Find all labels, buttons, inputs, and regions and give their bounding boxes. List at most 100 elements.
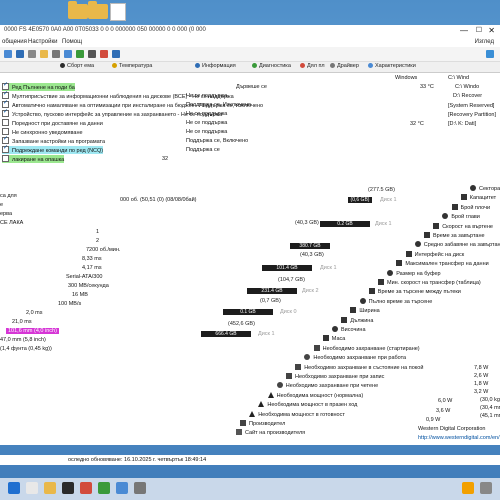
checkbox[interactable] [2,155,9,162]
menu-item-file[interactable]: общения [2,39,27,45]
checkbox[interactable] [2,108,9,117]
tab-overview[interactable]: Сборт ема [60,63,94,69]
property-icon [313,344,320,351]
feature-row[interactable]: Не синхронно уведомяване [2,128,83,136]
property-value: (30,0 kg) [480,397,500,403]
property-label: Ширина [359,308,380,315]
property-icon [442,213,449,220]
prop-value: 0,9 W [426,417,441,423]
desktop-folder-icon[interactable] [68,1,88,19]
app-icon[interactable] [62,482,74,494]
property-value: 3,2 W [474,389,489,395]
feature-label: Запазване настройки на програмата [12,139,106,145]
property-label: Мин. скорост на трансфер (таблица) [387,280,481,286]
tab-label: Диагностика [259,63,291,69]
checkbox[interactable] [2,99,9,108]
property-icon [332,326,338,332]
property-row: Необходимо захранване при запис [286,373,384,380]
refresh-icon[interactable] [4,50,12,58]
tab-specs[interactable]: Характеристики [368,63,416,69]
tab-information[interactable]: Информация [195,63,236,69]
partition-label: (40,3 GB) [300,252,324,258]
app-icon[interactable] [134,482,146,494]
checkbox[interactable] [2,119,9,126]
property-row: Интерфейс на диск [405,250,464,258]
checkbox[interactable] [2,144,9,153]
save-icon[interactable] [16,50,24,58]
last-update-text: оследно обновяване: 16.10.2025 г. четвър… [68,457,207,463]
tab-partitions[interactable]: Дял пл [300,63,325,69]
minimize-icon[interactable]: — [460,26,468,35]
files-icon[interactable] [44,482,56,494]
feature-row[interactable]: Запазване настройки на програмата [2,135,106,145]
tab-label: Информация [202,63,236,69]
temp-icon[interactable] [100,50,108,58]
feature-row[interactable]: Подреждане команди по ред (NCQ) [2,144,104,154]
feature-row[interactable]: Ред Пълнене на поди ба [2,81,75,91]
property-icon [359,297,366,304]
partition-bar: 380.7 GB [290,243,330,249]
start-icon[interactable] [8,482,20,494]
partition-bar: (0,6 GB) [348,197,372,203]
property-row: Време за търсене между пътеки [368,288,461,295]
summary-label: 32 °C [410,121,424,127]
menu-item-settings[interactable]: Настройки [28,39,57,45]
tab-diagnostics[interactable]: Диагностика [252,63,291,69]
property-icon [405,250,412,257]
info-icon[interactable] [112,50,120,58]
property-icon [295,363,302,370]
property-label: Необходимо захранване при работа [313,355,407,362]
checkbox[interactable] [2,135,9,144]
property-row: Размер на буфер [387,269,441,277]
property-row: Необходимо захранване при работа [304,354,406,361]
checkbox[interactable] [2,128,9,135]
copy-icon[interactable] [28,50,36,58]
property-row: Дължина [341,316,373,324]
info-value: Serial-ATA/300 [66,274,103,280]
info-value: е [0,202,4,208]
disk-icon[interactable] [88,50,96,58]
app-icon[interactable] [116,482,128,494]
feature-value: Не се поддържа [186,129,228,135]
desktop-folder-icon[interactable] [88,1,108,19]
tab-temperature[interactable]: Температура [112,63,152,69]
desktop-shortcut-icon[interactable] [110,3,126,21]
feature-row[interactable]: Поредност при доставяне на данни [2,119,103,127]
feature-value: Не се поддържа [186,120,228,126]
partition-bar: 101.4 GB [262,265,312,271]
maximize-icon[interactable]: ☐ [476,26,482,34]
property-row: Необходимо захранване при четене [276,382,378,389]
tray-icon[interactable] [480,482,492,494]
feature-value: 32 [162,156,169,162]
tab-driver[interactable]: Драйвер [330,63,359,69]
partition-label: (0,7 GB) [260,298,281,304]
search-icon[interactable] [26,482,38,494]
menu-item-help[interactable]: Помощ [62,39,82,45]
feature-label: лакиране на опашка [12,157,65,163]
property-label: Необходима мощност (нормална) [276,392,364,399]
close-icon[interactable]: ✕ [488,26,495,35]
tray-icon[interactable] [462,482,474,494]
website-link[interactable]: http://www.westerndigital.com/en/ [418,435,500,441]
info-value: 21,0 ms [12,319,32,325]
property-icon [276,382,283,389]
property-row: Брой глави [442,213,480,220]
checkbox[interactable] [2,81,9,90]
checkbox[interactable] [2,90,9,99]
app-icon[interactable] [98,482,110,494]
view-label[interactable]: Изглед [475,39,494,45]
settings-icon[interactable] [52,50,60,58]
feature-value: Дървеше се [236,84,267,90]
feature-row[interactable]: лакиране на опашка [2,155,65,163]
browser-icon[interactable] [80,482,92,494]
smart-icon[interactable] [76,50,84,58]
partition-label: Диск 1 [380,197,397,203]
help-icon[interactable] [64,50,72,58]
toolbar-right-icon[interactable] [486,50,494,58]
report-icon[interactable] [40,50,48,58]
property-icon [387,269,394,276]
property-icon [350,307,357,314]
property-row: Производител [240,420,285,427]
warning-icon [258,401,265,408]
info-value: СЕ ЛАКА [0,220,24,226]
